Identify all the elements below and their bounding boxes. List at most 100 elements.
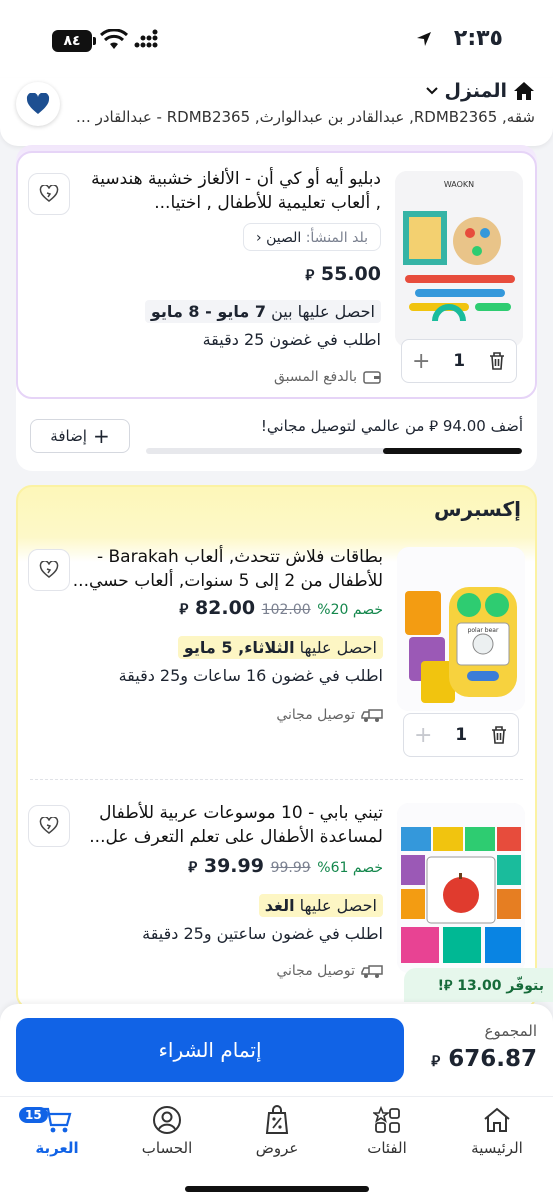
old-price: 102.00 bbox=[261, 602, 311, 618]
wishlist-button[interactable] bbox=[16, 82, 60, 126]
battery-tip bbox=[93, 37, 96, 45]
product-image[interactable] bbox=[397, 803, 525, 973]
tab-label: الحساب bbox=[141, 1139, 193, 1157]
tab-home[interactable]: الرئيسية bbox=[447, 1103, 547, 1157]
delivery-estimate-highlight: احصل عليها بين 7 مايو - 8 مايو bbox=[144, 300, 381, 323]
progress-fill bbox=[382, 448, 522, 454]
cart-total: 676.87 ⃁ bbox=[431, 1046, 537, 1072]
wallet-icon bbox=[363, 371, 381, 384]
delivery-date: الثلاثاء, 5 مايو bbox=[183, 638, 295, 657]
add-more-label: إضافة bbox=[50, 427, 87, 445]
home-icon bbox=[484, 1107, 510, 1132]
express-cart-group: إكسبرس polar bear + 1 بطاقات فلاش تتحدث,… bbox=[16, 485, 537, 1010]
delivery-estimate: احصل عليها الثلاثاء, 5 مايو bbox=[177, 635, 383, 661]
trash-icon[interactable] bbox=[488, 351, 506, 371]
svg-text:polar bear: polar bear bbox=[468, 627, 499, 634]
home-icon bbox=[514, 82, 534, 100]
save-for-later-button[interactable] bbox=[28, 173, 70, 215]
shipping-note: توصيل مجاني bbox=[276, 963, 383, 979]
delivery-date: 7 مايو - 8 مايو bbox=[150, 302, 267, 321]
address-title-row[interactable]: المنزل bbox=[425, 80, 535, 102]
quantity-stepper[interactable]: + 1 bbox=[403, 713, 519, 757]
payment-note: بالدفع المسبق bbox=[274, 369, 381, 385]
checkout-button[interactable]: إتمام الشراء bbox=[16, 1018, 404, 1082]
quantity-value: 1 bbox=[455, 725, 468, 745]
cart-count-badge: 15 bbox=[19, 1107, 48, 1123]
payment-note-text: بالدفع المسبق bbox=[273, 369, 357, 385]
location-arrow-icon bbox=[417, 32, 431, 46]
product-price: خصم 61% 99.99 39.99 ⃁ bbox=[188, 855, 383, 877]
battery-indicator: ٨٤ bbox=[52, 30, 92, 52]
wifi-icon bbox=[100, 29, 128, 49]
delivery-address-header[interactable]: المنزل شقه, RDMB2365, عبدالقادر بن عبدال… bbox=[0, 78, 553, 146]
heart-outline-icon bbox=[39, 817, 59, 834]
product-image[interactable]: WAOKN bbox=[395, 171, 523, 347]
svg-text:WAOKN: WAOKN bbox=[444, 180, 474, 189]
product-title[interactable]: بطاقات فلاش تتحدث, ألعاب Barakah - للأطف… bbox=[63, 545, 383, 593]
account-icon bbox=[153, 1106, 181, 1134]
home-indicator bbox=[185, 1186, 369, 1192]
price-value: 55.00 bbox=[320, 263, 381, 285]
delivery-date: الغد bbox=[264, 896, 295, 915]
trash-icon[interactable] bbox=[490, 725, 508, 745]
delivery-estimate: احصل عليها الغد bbox=[258, 893, 383, 919]
deals-icon bbox=[265, 1105, 289, 1134]
product-image[interactable]: polar bear bbox=[397, 547, 525, 711]
tab-label: الفئات bbox=[367, 1139, 407, 1157]
tab-cart[interactable]: العربة 15 bbox=[7, 1103, 107, 1157]
discount-label: خصم 61% bbox=[317, 860, 383, 876]
delivery-estimate: احصل عليها بين 7 مايو - 8 مايو bbox=[144, 299, 381, 325]
origin-chip[interactable]: بلد المنشأ: الصين ‹ bbox=[243, 223, 381, 251]
wooden-puzzle-image: WAOKN bbox=[395, 171, 523, 347]
product-title[interactable]: دبليو أيه أو كي أن - الألغاز خشبية هندسي… bbox=[81, 167, 381, 215]
save-for-later-button[interactable] bbox=[28, 549, 70, 591]
tab-label: العربة bbox=[35, 1139, 79, 1157]
quantity-stepper[interactable]: + 1 bbox=[401, 339, 517, 383]
plus-icon: + bbox=[92, 424, 110, 448]
shipping-note: توصيل مجاني bbox=[276, 707, 383, 723]
discount-label: خصم 20% bbox=[317, 602, 383, 618]
tab-deals[interactable]: عروض bbox=[227, 1103, 327, 1157]
total-value: 676.87 bbox=[448, 1046, 537, 1072]
origin-label: بلد المنشأ: bbox=[305, 230, 368, 246]
categories-icon bbox=[373, 1106, 400, 1133]
delivery-estimate-highlight: احصل عليها الغد bbox=[258, 894, 383, 917]
save-for-later-button[interactable] bbox=[28, 805, 70, 847]
increase-quantity-button[interactable]: + bbox=[412, 349, 430, 374]
free-delivery-progress bbox=[146, 448, 522, 454]
currency-symbol: ⃁ bbox=[188, 858, 198, 876]
status-bar: ٢:٣٥ ٨٤ bbox=[0, 0, 553, 78]
talking-flash-cards-image: polar bear bbox=[397, 547, 525, 711]
address-subtitle: شقه, RDMB2365, عبدالقادر بن عبدالوارث, R… bbox=[75, 108, 535, 126]
address-title: المنزل bbox=[444, 80, 507, 102]
currency-symbol: ⃁ bbox=[179, 600, 189, 618]
cellular-icon bbox=[134, 29, 158, 48]
savings-badge: بتوفّر 13.00 ⃁! bbox=[404, 968, 553, 1002]
delivery-prefix: احصل عليها bbox=[299, 638, 377, 657]
tab-account[interactable]: الحساب bbox=[117, 1103, 217, 1157]
shipping-note-text: توصيل مجاني bbox=[276, 707, 355, 723]
chevron-left-icon: ‹ bbox=[256, 230, 262, 246]
tab-categories[interactable]: الفئات bbox=[337, 1103, 437, 1157]
product-price: 55.00 ⃁ bbox=[305, 263, 381, 285]
delivery-truck-icon bbox=[361, 709, 383, 722]
bottom-tab-bar: الرئيسية الفئات عروض الحساب العربة 15 bbox=[0, 1096, 553, 1200]
product-title[interactable]: تيني بابي - 10 موسوعات عربية للأطفال لمس… bbox=[63, 801, 383, 849]
old-price: 99.99 bbox=[270, 860, 311, 876]
currency-symbol: ⃁ bbox=[305, 266, 315, 284]
checkout-bar: المجموع 676.87 ⃁ إتمام الشراء bbox=[0, 1004, 553, 1096]
arabic-encyclopedia-books-image bbox=[397, 803, 525, 973]
increase-quantity-button[interactable]: + bbox=[414, 723, 432, 748]
shipping-note-text: توصيل مجاني bbox=[276, 963, 355, 979]
price-value: 39.99 bbox=[203, 855, 264, 877]
order-within: اطلب في غضون 25 دقيقة bbox=[202, 330, 381, 349]
delivery-truck-icon bbox=[361, 965, 383, 978]
delivery-prefix: احصل عليها بين bbox=[271, 302, 375, 321]
add-more-button[interactable]: + إضافة bbox=[30, 419, 130, 453]
express-label: إكسبرس bbox=[433, 497, 521, 521]
chevron-down-icon bbox=[425, 87, 438, 95]
delivery-prefix: احصل عليها bbox=[299, 896, 377, 915]
tab-label: الرئيسية bbox=[471, 1139, 523, 1157]
heart-outline-icon bbox=[39, 561, 59, 578]
price-value: 82.00 bbox=[194, 597, 256, 619]
